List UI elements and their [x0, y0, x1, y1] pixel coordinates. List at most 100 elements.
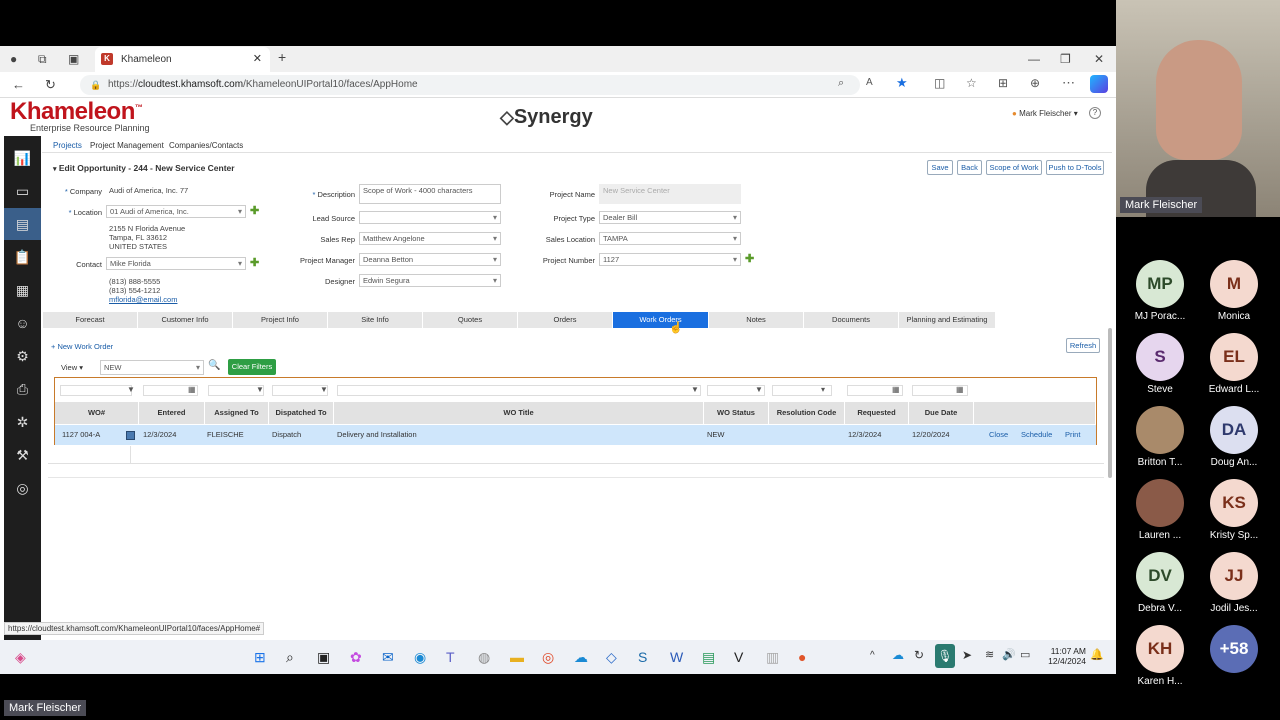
participant-photo[interactable] [1136, 406, 1184, 454]
search-taskbar-icon[interactable]: ⌕ [286, 649, 294, 666]
submenu-projects[interactable]: Projects [53, 141, 82, 150]
print-link[interactable]: Print [1062, 425, 1081, 445]
view-filter-select[interactable]: NEW [100, 360, 204, 375]
windows-start-icon[interactable]: ⊞ [254, 649, 266, 666]
participant-avatar[interactable]: KS [1210, 479, 1258, 527]
tab-planning-estimating[interactable]: Planning and Estimating [899, 312, 995, 328]
participant-avatar[interactable]: MP [1136, 260, 1184, 308]
copilot-taskbar-icon[interactable]: ✿ [350, 649, 362, 666]
gear-icon[interactable]: ✲ [4, 406, 41, 438]
battery-icon[interactable]: ▭ [1020, 648, 1030, 661]
outlook-icon[interactable]: ✉ [382, 649, 394, 666]
contact-select[interactable]: Mike Florida [106, 257, 246, 270]
projects-icon[interactable]: ▤ [4, 208, 41, 240]
save-button[interactable]: Save [927, 160, 953, 175]
taskbar-clock[interactable]: 11:07 AM 12/4/2024 [1042, 646, 1086, 666]
tab-forecast[interactable]: Forecast [43, 312, 137, 328]
location-icon[interactable]: ➤ [962, 648, 972, 662]
monitor-icon[interactable]: ▭ [4, 175, 41, 207]
filter-icon[interactable]: ▼ [127, 385, 135, 394]
filter-icon[interactable]: ▼ [320, 385, 328, 394]
col-entered[interactable]: Entered [139, 402, 205, 424]
submenu-project-management[interactable]: Project Management [90, 141, 164, 150]
app-icon[interactable]: ▥ [766, 649, 779, 666]
people-icon[interactable]: ☺ [4, 307, 41, 339]
location-select[interactable]: 01 Audi of America, Inc. [106, 205, 246, 218]
clear-filters-button[interactable]: Clear Filters [228, 359, 276, 375]
calendar-icon[interactable]: ▦ [892, 385, 900, 394]
onedrive-tray-icon[interactable]: ☁ [892, 648, 904, 662]
col-wo-status[interactable]: WO Status [704, 402, 769, 424]
teams-icon[interactable]: T [446, 649, 455, 665]
favorites-icon[interactable]: ☆ [966, 76, 977, 90]
minimize-icon[interactable]: — [1028, 52, 1040, 66]
project-number-select[interactable]: 1127 [599, 253, 741, 266]
participant-avatar[interactable]: +58 [1210, 625, 1258, 673]
tab-documents[interactable]: Documents [804, 312, 898, 328]
participant-avatar[interactable]: DV [1136, 552, 1184, 600]
participant-avatar[interactable]: JJ [1210, 552, 1258, 600]
zoom-icon[interactable]: ⌕ [838, 77, 844, 90]
col-wo[interactable]: WO# [55, 402, 139, 424]
word-icon[interactable]: W [670, 649, 683, 665]
sales-rep-select[interactable]: Matthew Angelone [359, 232, 501, 245]
participant-avatar[interactable]: DA [1210, 406, 1258, 454]
add-project-number-icon[interactable]: ✚ [745, 252, 754, 265]
description-field[interactable]: Scope of Work - 4000 characters [359, 184, 501, 204]
calendar-icon[interactable]: ▦ [956, 385, 964, 394]
view-menu[interactable]: View ▾ [61, 363, 83, 372]
chevron-down-icon[interactable]: ▾ [821, 385, 825, 394]
refresh-button[interactable]: Refresh [1066, 338, 1100, 353]
col-assigned-to[interactable]: Assigned To [205, 402, 269, 424]
back-button[interactable]: Back [957, 160, 982, 175]
tab-notes[interactable]: Notes [709, 312, 803, 328]
app-v-icon[interactable]: V [734, 649, 743, 665]
notification-bell-icon[interactable]: 🔔 [1090, 648, 1104, 661]
tab-orders[interactable]: Orders [518, 312, 612, 328]
push-to-dtools-button[interactable]: Push to D-Tools [1046, 160, 1104, 175]
sync-icon[interactable]: ↻ [914, 648, 924, 662]
tools-icon[interactable]: ⚒ [4, 439, 41, 471]
new-work-order-link[interactable]: + New Work Order [51, 342, 113, 351]
maximize-icon[interactable]: ❐ [1060, 52, 1071, 66]
workspaces-icon[interactable]: ⧉ [38, 52, 47, 67]
app-icon[interactable]: ◍ [478, 649, 490, 666]
col-wo-title[interactable]: WO Title [334, 402, 704, 424]
volume-icon[interactable]: 🔊 [1002, 648, 1016, 661]
tab-actions-icon[interactable]: ▣ [68, 52, 79, 66]
help-icon[interactable]: ? [1089, 107, 1101, 119]
notes-icon[interactable]: ▤ [702, 649, 715, 666]
wifi-icon[interactable]: ≋ [985, 648, 994, 661]
tab-quotes[interactable]: Quotes [423, 312, 517, 328]
app-icon[interactable]: ◇ [606, 649, 617, 666]
project-manager-select[interactable]: Deanna Betton [359, 253, 501, 266]
file-explorer-icon[interactable]: ▬ [510, 649, 524, 665]
extensions-icon[interactable]: ⊕ [1030, 76, 1040, 90]
edge-icon[interactable]: ◉ [414, 649, 426, 666]
dashboard-icon[interactable]: 📊 [4, 142, 41, 174]
col-resolution-code[interactable]: Resolution Code [769, 402, 845, 424]
col-dispatched-to[interactable]: Dispatched To [269, 402, 334, 424]
project-type-select[interactable]: Dealer Bill [599, 211, 741, 224]
browser-tab[interactable]: K Khameleon ✕ [95, 47, 270, 72]
calendar-icon[interactable]: ▦ [188, 385, 196, 394]
reload-icon[interactable]: ↻ [45, 77, 56, 93]
filter-title[interactable] [337, 385, 701, 396]
print-icon[interactable]: ⎙ [4, 373, 41, 405]
favorite-star-icon[interactable]: ★ [896, 75, 908, 91]
user-menu[interactable]: ● Mark Fleischer ▾ [1012, 109, 1078, 118]
filter-icon[interactable]: ▼ [691, 385, 699, 394]
lead-source-select[interactable] [359, 211, 501, 224]
participant-avatar[interactable]: M [1210, 260, 1258, 308]
scrollbar[interactable] [1108, 328, 1112, 478]
add-location-icon[interactable]: ✚ [250, 204, 259, 217]
tab-project-info[interactable]: Project Info [233, 312, 327, 328]
duckduckgo-icon[interactable]: ● [798, 649, 806, 665]
documents-icon[interactable]: 📋 [4, 241, 41, 273]
onedrive-icon[interactable]: ☁ [574, 649, 588, 666]
settings-icon[interactable]: ⚙ [4, 340, 41, 372]
tab-customer-info[interactable]: Customer Info [138, 312, 232, 328]
microphone-icon[interactable]: 🎙 [935, 644, 955, 668]
contact-email-link[interactable]: mflorida@email.com [109, 295, 177, 304]
submenu-companies-contacts[interactable]: Companies/Contacts [169, 141, 243, 150]
